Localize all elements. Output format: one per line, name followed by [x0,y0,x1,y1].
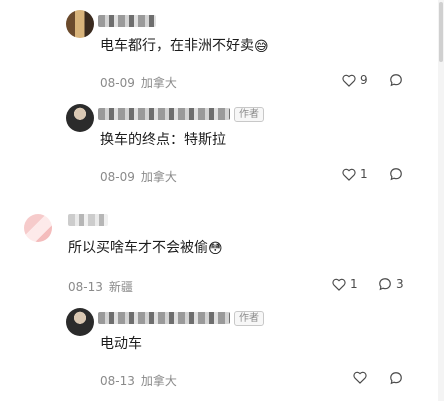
heart-icon [332,278,346,291]
username-blurred[interactable] [68,214,108,226]
username-blurred[interactable] [98,108,230,120]
scrollbar-thumb[interactable] [439,2,443,62]
comment-text: 电动车 [100,334,142,354]
comment-meta: 08-09 加拿大 [100,168,177,185]
reply-icon [379,278,391,291]
comment-text-content: 电车都行，在非洲不好卖 [100,38,254,54]
comment-meta: 08-09 加拿大 [100,74,177,91]
reply-button[interactable] [389,371,403,385]
like-count: 9 [360,73,368,87]
like-count: 1 [360,167,368,181]
comment-date: 08-13 [100,374,135,388]
author-tag: 作者 [234,311,264,326]
comment-date: 08-09 [100,170,135,184]
reply-count: 3 [396,277,404,291]
username-blurred[interactable] [98,15,156,27]
comment-date: 08-09 [100,76,135,90]
heart-icon [342,74,356,87]
reply-icon [390,168,402,181]
reply-button[interactable] [389,167,403,181]
reply-icon [390,74,402,87]
comment-date: 08-13 [68,280,103,294]
comment-text-content: 换车的终点：特斯拉 [100,132,226,148]
comment-4: 作者 电动车 08-13 加拿大 [0,300,444,401]
heart-icon [342,168,356,181]
comment-text: 所以买啥车才不会被偷😳 [68,238,223,259]
reply-button[interactable]: 3 [378,277,404,291]
comment-location: 加拿大 [140,374,177,388]
reply-icon [390,372,402,385]
avatar[interactable] [24,214,52,242]
comment-meta: 08-13 新疆 [68,278,133,295]
comment-text-content: 电动车 [100,336,142,352]
like-button[interactable]: 1 [342,167,368,181]
comment-location: 加拿大 [140,170,177,184]
like-count: 1 [350,277,358,291]
comment-location: 加拿大 [140,76,177,90]
scrollbar-track[interactable] [438,0,444,401]
like-button[interactable]: 9 [342,73,368,87]
avatar[interactable] [66,104,94,132]
heart-icon [353,371,367,384]
comment-meta: 08-13 加拿大 [100,372,177,389]
comment-2: 作者 换车的终点：特斯拉 08-09 加拿大 1 [0,100,444,200]
avatar[interactable] [66,10,94,38]
emoji: 😳 [208,241,223,257]
comment-text: 电车都行，在非洲不好卖😅 [100,36,269,57]
username-blurred[interactable] [98,312,230,324]
author-tag: 作者 [234,107,264,122]
avatar[interactable] [66,308,94,336]
like-button[interactable] [353,371,367,384]
emoji: 😅 [254,39,269,55]
comment-text: 换车的终点：特斯拉 [100,130,226,150]
comment-text-content: 所以买啥车才不会被偷 [68,240,208,256]
comment-1: 电车都行，在非洲不好卖😅 08-09 加拿大 9 [0,0,444,100]
comment-3: 所以买啥车才不会被偷😳 08-13 新疆 1 3 [0,200,444,300]
like-button[interactable]: 1 [332,277,358,291]
reply-button[interactable] [389,73,403,87]
comment-location: 新疆 [108,280,133,294]
